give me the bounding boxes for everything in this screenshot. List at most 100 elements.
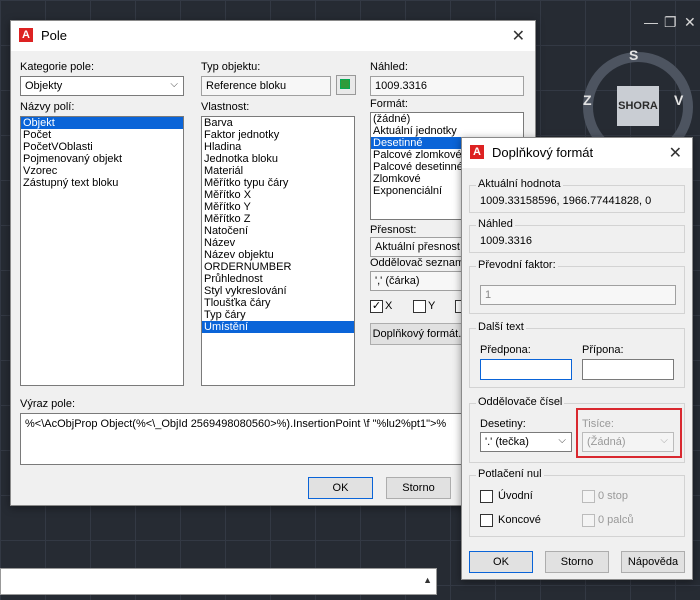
pole-dialog: A Pole ✕ Kategorie pole: Objekty ⌵ Názvy… — [10, 20, 536, 506]
vlastnost-list[interactable]: Barva Faktor jednotky Hladina Jednotka blok… — [201, 116, 355, 386]
y-checkbox[interactable] — [413, 300, 426, 313]
aktualni-group: Aktuální hodnota 1009.33158596, 1966.774… — [469, 178, 685, 213]
oddelovace-label: Oddělovače čísel — [476, 396, 565, 408]
chevron-up-icon[interactable]: ▲ — [423, 575, 432, 585]
vlastnost-item[interactable]: Měřítko Y — [202, 201, 354, 213]
vlastnost-label: Vlastnost: — [201, 101, 250, 113]
title-bar: A Doplňkový formát ✕ — [462, 138, 692, 168]
napoveda-button[interactable]: Nápověda — [621, 551, 685, 573]
oddelovace-group: Oddělovače čísel Desetiny: '.' (tečka) ⌵… — [469, 396, 685, 463]
doplnkovy-format-button[interactable]: Doplňkový formát... — [370, 323, 470, 345]
compass-west[interactable]: Z — [583, 92, 592, 108]
nazvy-item[interactable]: Objekt — [21, 117, 183, 129]
vlastnost-item[interactable]: ORDERNUMBER — [202, 261, 354, 273]
vlastnost-item[interactable]: Materiál — [202, 165, 354, 177]
format-item[interactable]: Aktuální jednotky — [371, 125, 523, 137]
typ-label: Typ objektu: — [201, 61, 261, 73]
prevodni-field: 1 — [480, 285, 676, 305]
vlastnost-item[interactable]: Jednotka bloku — [202, 153, 354, 165]
stop-checkbox[interactable] — [582, 490, 595, 503]
pripona-input[interactable] — [582, 359, 674, 380]
format-label: Formát: — [370, 98, 408, 110]
nahled-label: Náhled — [476, 218, 515, 230]
vlastnost-item[interactable]: Měřítko Z — [202, 213, 354, 225]
vlastnost-item[interactable]: Tloušťka čáry — [202, 297, 354, 309]
chevron-down-icon: ⌵ — [660, 435, 668, 446]
nazvy-item[interactable]: Vzorec — [21, 165, 183, 177]
autocad-logo-icon: A — [470, 145, 484, 159]
command-line[interactable]: ▲ — [0, 568, 437, 595]
prevodni-group: Převodní faktor: 1 — [469, 259, 685, 314]
format-item[interactable]: (žádné) — [371, 113, 523, 125]
close-icon[interactable]: ✕ — [669, 143, 682, 163]
vlastnost-item[interactable]: Umístění — [202, 321, 354, 333]
select-object-button[interactable] — [336, 75, 356, 95]
dialog-title: Doplňkový formát — [492, 145, 594, 160]
vlastnost-item[interactable]: Typ čáry — [202, 309, 354, 321]
x-checkbox[interactable]: ✓ — [370, 300, 383, 313]
nahled-group: Náhled 1009.3316 — [469, 218, 685, 253]
nahled-label: Náhled: — [370, 61, 408, 73]
aktualni-value: 1009.33158596, 1966.77441828, 0 — [480, 195, 652, 207]
storno-button[interactable]: Storno — [545, 551, 609, 573]
pripona-label: Přípona: — [582, 344, 624, 356]
viewcube-face[interactable]: SHORA — [617, 86, 659, 126]
oddelovac-label: Oddělovač seznamu: — [370, 257, 474, 269]
koncove-label: Koncové — [498, 514, 541, 526]
kategorie-select[interactable]: Objekty ⌵ — [20, 76, 184, 96]
vlastnost-item[interactable]: Název objektu — [202, 249, 354, 261]
autocad-logo-icon: A — [19, 28, 33, 42]
vlastnost-item[interactable]: Hladina — [202, 141, 354, 153]
tisice-label: Tisíce: — [582, 418, 614, 430]
nazvy-item[interactable]: Počet — [21, 129, 183, 141]
vlastnost-item[interactable]: Měřítko typu čáry — [202, 177, 354, 189]
vlastnost-item[interactable]: Název — [202, 237, 354, 249]
restore-icon[interactable]: ❐ — [664, 14, 677, 31]
vlastnost-item[interactable]: Průhlednost — [202, 273, 354, 285]
select-object-icon — [340, 79, 350, 89]
nazvy-item[interactable]: PočetVOblasti — [21, 141, 183, 153]
ok-button[interactable]: OK — [308, 477, 373, 499]
x-label: X — [385, 300, 393, 312]
close-icon[interactable]: ✕ — [512, 26, 525, 46]
uvodni-checkbox[interactable] — [480, 490, 493, 503]
compass-east[interactable]: V — [674, 92, 683, 108]
doplnkovy-format-dialog: A Doplňkový formát ✕ Aktuální hodnota 10… — [461, 137, 693, 580]
nazvy-label: Názvy polí: — [20, 101, 75, 113]
uvodni-label: Úvodní — [498, 490, 533, 502]
prevodni-label: Převodní faktor: — [476, 259, 558, 271]
vyraz-field[interactable]: %<\AcObjProp Object(%<\_ObjId 2569498080… — [20, 413, 524, 465]
koncove-checkbox[interactable] — [480, 514, 493, 527]
vlastnost-item[interactable]: Natočení — [202, 225, 354, 237]
chevron-down-icon: ⌵ — [558, 435, 566, 446]
aktualni-label: Aktuální hodnota — [476, 178, 563, 190]
vlastnost-item[interactable]: Faktor jednotky — [202, 129, 354, 141]
dialog-title: Pole — [41, 28, 68, 43]
nazvy-item[interactable]: Zástupný text bloku — [21, 177, 183, 189]
palcu-label: 0 palců — [598, 514, 634, 526]
tisice-value: (Žádná) — [587, 436, 626, 448]
chevron-down-icon: ⌵ — [170, 79, 178, 90]
tisice-select[interactable]: (Žádná) ⌵ — [582, 432, 674, 452]
predpona-input[interactable] — [480, 359, 572, 380]
minimize-icon[interactable]: — — [644, 14, 658, 30]
vlastnost-item[interactable]: Měřítko X — [202, 189, 354, 201]
stop-label: 0 stop — [598, 490, 628, 502]
storno-button[interactable]: Storno — [386, 477, 451, 499]
ok-button[interactable]: OK — [469, 551, 533, 573]
title-bar: A Pole ✕ — [11, 21, 535, 51]
dalsi-text-group: Další text Předpona: Přípona: — [469, 321, 685, 388]
vlastnost-item[interactable]: Barva — [202, 117, 354, 129]
nazvy-item[interactable]: Pojmenovaný objekt — [21, 153, 183, 165]
vlastnost-item[interactable]: Styl vykreslování — [202, 285, 354, 297]
desetiny-select[interactable]: '.' (tečka) ⌵ — [480, 432, 572, 452]
potlaceni-group: Potlačení nul Úvodní Koncové 0 stop 0 pa… — [469, 468, 685, 537]
typ-field: Reference bloku — [201, 76, 331, 96]
nahled-field: 1009.3316 — [370, 76, 524, 96]
close-app-icon[interactable]: ✕ — [684, 14, 696, 31]
presnost-label: Přesnost: — [370, 224, 417, 236]
desetiny-value: '.' (tečka) — [485, 436, 529, 448]
palcu-checkbox[interactable] — [582, 514, 595, 527]
nazvy-list[interactable]: Objekt Počet PočetVOblasti Pojmenovaný obje… — [20, 116, 184, 386]
compass-north[interactable]: S — [629, 47, 638, 63]
